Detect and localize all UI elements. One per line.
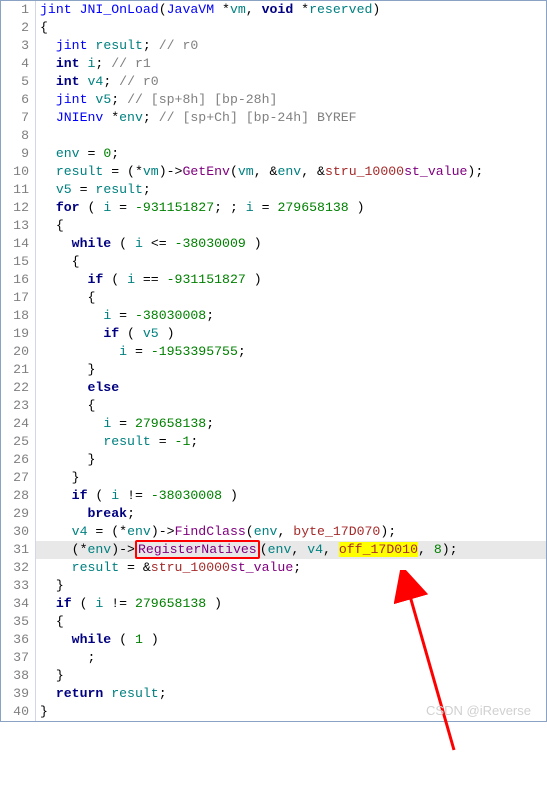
code-line: 23 { bbox=[1, 397, 546, 415]
code-line: 39 return result; bbox=[1, 685, 546, 703]
line-number: 1 bbox=[1, 1, 36, 19]
code-line: 40} bbox=[1, 703, 546, 721]
code-line: 5 int v4; // r0 bbox=[1, 73, 546, 91]
code-line: 34 if ( i != 279658138 ) bbox=[1, 595, 546, 613]
code-line: 14 while ( i <= -38030009 ) bbox=[1, 235, 546, 253]
comment: // r0 bbox=[159, 38, 199, 53]
code-line: 10 result = (*vm)->GetEnv(vm, &env, &str… bbox=[1, 163, 546, 181]
code-line: 26 } bbox=[1, 451, 546, 469]
code-line: 3 jint result; // r0 bbox=[1, 37, 546, 55]
code-line: 21 } bbox=[1, 361, 546, 379]
code-line: 28 if ( i != -38030008 ) bbox=[1, 487, 546, 505]
code-viewer: 1jint JNI_OnLoad(JavaVM *vm, void *reser… bbox=[0, 0, 547, 722]
code-line: 32 result = &stru_10000st_value; bbox=[1, 559, 546, 577]
code-line: 25 result = -1; bbox=[1, 433, 546, 451]
code-line: 35 { bbox=[1, 613, 546, 631]
code-line: 37 ; bbox=[1, 649, 546, 667]
code-line-highlighted: 31 (*env)->RegisterNatives(env, v4, off_… bbox=[1, 541, 546, 559]
code-line: 11 v5 = result; bbox=[1, 181, 546, 199]
code-line: 19 if ( v5 ) bbox=[1, 325, 546, 343]
code-line: 17 { bbox=[1, 289, 546, 307]
code-line: 4 int i; // r1 bbox=[1, 55, 546, 73]
code-line: 29 break; bbox=[1, 505, 546, 523]
code-line: 7 JNIEnv *env; // [sp+Ch] [bp-24h] BYREF bbox=[1, 109, 546, 127]
code-line: 24 i = 279658138; bbox=[1, 415, 546, 433]
code-line: 9 env = 0; bbox=[1, 145, 546, 163]
code-line: 22 else bbox=[1, 379, 546, 397]
type: jint bbox=[40, 2, 72, 17]
code-line: 18 i = -38030008; bbox=[1, 307, 546, 325]
boxed-identifier: RegisterNatives bbox=[135, 540, 260, 559]
code-line: 33 } bbox=[1, 577, 546, 595]
code-line: 20 i = -1953395755; bbox=[1, 343, 546, 361]
code-line: 15 { bbox=[1, 253, 546, 271]
code-line: 6 jint v5; // [sp+8h] [bp-28h] bbox=[1, 91, 546, 109]
code-line: 8 bbox=[1, 127, 546, 145]
code-line: 38 } bbox=[1, 667, 546, 685]
code-line: 2{ bbox=[1, 19, 546, 37]
code-line: 27 } bbox=[1, 469, 546, 487]
func-name: JNI_OnLoad bbox=[80, 2, 159, 17]
code-line: 1jint JNI_OnLoad(JavaVM *vm, void *reser… bbox=[1, 1, 546, 19]
code-line: 36 while ( 1 ) bbox=[1, 631, 546, 649]
highlighted-identifier: off_17D010 bbox=[339, 542, 418, 557]
code-line: 16 if ( i == -931151827 ) bbox=[1, 271, 546, 289]
code-line: 13 { bbox=[1, 217, 546, 235]
code-line: 12 for ( i = -931151827; ; i = 279658138… bbox=[1, 199, 546, 217]
code-line: 30 v4 = (*env)->FindClass(env, byte_17D0… bbox=[1, 523, 546, 541]
